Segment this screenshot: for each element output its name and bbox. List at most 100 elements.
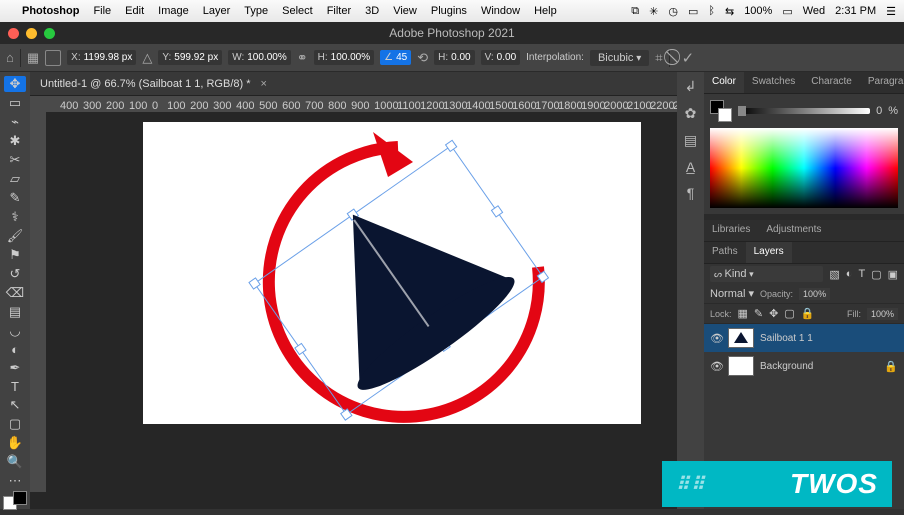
angle-value[interactable]: 45 (396, 52, 407, 63)
tab-layers[interactable]: Layers (746, 242, 792, 263)
tab-paths[interactable]: Paths (704, 242, 746, 263)
menu-plugins[interactable]: Plugins (431, 5, 467, 17)
tab-adjustments[interactable]: Adjustments (758, 220, 829, 241)
gradient-tool[interactable]: ▤ (4, 304, 26, 320)
reference-point-grid[interactable] (45, 50, 61, 66)
lasso-tool[interactable]: ⌁ (4, 114, 26, 130)
type-tool[interactable]: T (4, 379, 26, 394)
layer-name[interactable]: Background (760, 361, 813, 372)
slider-value[interactable]: 0 (876, 105, 882, 117)
filter-image-icon[interactable]: ▧ (829, 268, 839, 281)
brushes-icon[interactable]: ✿ (685, 105, 697, 122)
menu-layer[interactable]: Layer (203, 5, 231, 17)
spotlight-icon[interactable]: ☰ (886, 5, 896, 18)
path-tool[interactable]: ↖ (4, 397, 26, 413)
crop-tool[interactable]: ✂ (4, 152, 26, 168)
brightness-slider[interactable] (738, 108, 870, 114)
rotate-icon[interactable]: ⟲ (417, 50, 428, 66)
blend-mode-select[interactable]: Normal ▾ (710, 287, 754, 300)
layer-row[interactable]: 👁 Background 🔒 (704, 352, 904, 380)
h-value[interactable]: 100.00% (331, 52, 370, 63)
commit-transform-button[interactable]: ✓ (682, 49, 695, 67)
color-spectrum[interactable] (710, 128, 898, 208)
ruler-vertical[interactable] (30, 112, 46, 492)
menu-filter[interactable]: Filter (327, 5, 351, 17)
menu-help[interactable]: Help (534, 5, 557, 17)
canvas[interactable] (143, 122, 641, 424)
delta-icon[interactable]: △ (142, 50, 152, 66)
hand-tool[interactable]: ✋ (4, 435, 26, 451)
opacity-value[interactable]: 100% (799, 288, 830, 300)
tab-paragraph[interactable]: Paragrap (860, 72, 904, 93)
warp-icon[interactable]: ⌗ (655, 50, 662, 66)
edit-toolbar[interactable]: ⋯ (4, 473, 26, 489)
layer-thumbnail[interactable] (728, 328, 754, 348)
eraser-tool[interactable]: ⌫ (4, 285, 26, 301)
color-foreground-background[interactable] (710, 100, 732, 122)
layer-filter-kind[interactable]: ᔕ Kind ▾ (710, 266, 823, 282)
shape-tool[interactable]: ▢ (4, 416, 26, 432)
layer-name[interactable]: Sailboat 1 1 (760, 333, 813, 344)
history-brush-tool[interactable]: ↺ (4, 266, 26, 282)
tab-libraries[interactable]: Libraries (704, 220, 758, 241)
tab-color[interactable]: Color (704, 72, 744, 93)
color-swatches[interactable] (3, 496, 27, 505)
minimize-window-button[interactable] (26, 28, 37, 39)
menu-select[interactable]: Select (282, 5, 313, 17)
filter-smart-icon[interactable]: ▣ (888, 268, 898, 281)
interp-select[interactable]: Bicubic ▾ (590, 50, 649, 66)
menu-3d[interactable]: 3D (365, 5, 379, 17)
menu-image[interactable]: Image (158, 5, 189, 17)
close-window-button[interactable] (8, 28, 19, 39)
lock-artboard-icon[interactable]: ▢ (784, 307, 794, 320)
eyedropper-tool[interactable]: ✎ (4, 190, 26, 206)
filter-type-icon[interactable]: T (858, 268, 865, 280)
battery-icon[interactable]: ▭ (782, 5, 792, 18)
transform-ref-icon[interactable]: ▦ (27, 50, 39, 66)
pen-tool[interactable]: ✒ (4, 360, 26, 376)
dropbox-icon[interactable]: ⧉ (631, 5, 639, 18)
history-icon[interactable]: ↲ (685, 78, 697, 95)
stamp-tool[interactable]: ⚑ (4, 247, 26, 263)
layer-row[interactable]: 👁 Sailboat 1 1 (704, 324, 904, 352)
menu-view[interactable]: View (393, 5, 417, 17)
zoom-window-button[interactable] (44, 28, 55, 39)
dodge-tool[interactable]: ◐ (4, 342, 26, 357)
home-icon[interactable]: ⌂ (6, 50, 14, 65)
menu-edit[interactable]: Edit (125, 5, 144, 17)
marquee-tool[interactable]: ▭ (4, 95, 26, 111)
menu-file[interactable]: File (93, 5, 111, 17)
vskew-value[interactable]: 0.00 (497, 52, 516, 63)
blur-tool[interactable]: ◡ (4, 323, 26, 339)
ruler-horizontal[interactable]: 4003002001000100200300400500600700800900… (30, 96, 677, 112)
lock-all-icon[interactable]: 🔒 (801, 307, 815, 320)
wand-tool[interactable]: ✱ (4, 133, 26, 149)
character-icon[interactable]: A̲ (686, 159, 695, 175)
x-value[interactable]: 1199.98 px (84, 52, 133, 63)
w-value[interactable]: 100.00% (247, 52, 286, 63)
frame-tool[interactable]: ▱ (4, 171, 26, 187)
display-icon[interactable]: ▭ (688, 5, 698, 18)
fill-value[interactable]: 100% (867, 308, 898, 320)
paragraph-icon[interactable]: ¶ (687, 185, 695, 201)
layer-thumbnail[interactable] (728, 356, 754, 376)
y-value[interactable]: 599.92 px (174, 52, 218, 63)
document-tab[interactable]: Untitled-1 @ 66.7% (Sailboat 1 1, RGB/8)… (30, 72, 677, 96)
zoom-tool[interactable]: 🔍 (4, 454, 26, 470)
sync-icon[interactable]: ✳ (649, 5, 658, 18)
tab-swatches[interactable]: Swatches (744, 72, 803, 93)
menu-type[interactable]: Type (244, 5, 268, 17)
menu-window[interactable]: Window (481, 5, 520, 17)
hskew-value[interactable]: 0.00 (451, 52, 470, 63)
move-tool[interactable]: ✥ (4, 76, 26, 92)
close-tab-icon[interactable]: × (261, 78, 267, 90)
properties-icon[interactable]: ▤ (684, 132, 697, 149)
wifi-icon[interactable]: ⇆ (725, 5, 734, 18)
clock-icon[interactable]: ◷ (668, 5, 678, 18)
lock-transparency-icon[interactable]: ▦ (738, 307, 748, 320)
lock-position-icon[interactable]: ✥ (769, 307, 778, 320)
app-name[interactable]: Photoshop (22, 5, 79, 17)
lock-brush-icon[interactable]: ✎ (754, 307, 763, 320)
tab-character[interactable]: Characte (803, 72, 860, 93)
layer-visibility-icon[interactable]: 👁 (710, 332, 722, 345)
